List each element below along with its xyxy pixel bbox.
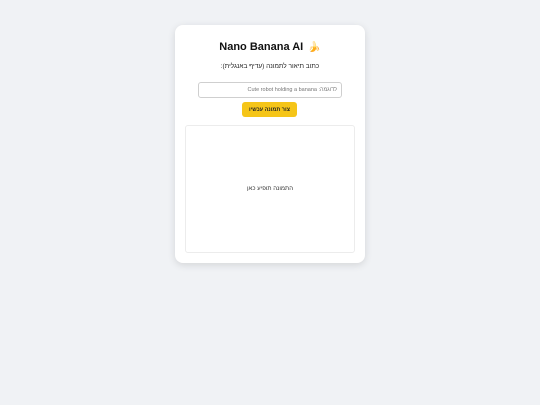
image-placeholder-text: התמונה תופיע כאן (247, 186, 293, 192)
banana-icon: 🍌 (308, 42, 321, 53)
app-title: Nano Banana AI (219, 41, 304, 53)
generator-card: Nano Banana AI 🍌 כתוב תיאור לתמונה (עדיף… (175, 25, 365, 263)
image-result-area: התמונה תופיע כאן (185, 125, 355, 253)
page-title: Nano Banana AI 🍌 (175, 41, 365, 53)
prompt-input[interactable] (198, 82, 342, 98)
prompt-instruction: כתוב תיאור לתמונה (עדיף באנגלית): (220, 63, 320, 70)
generate-image-button[interactable]: צור תמונה עכשיו (242, 102, 297, 117)
